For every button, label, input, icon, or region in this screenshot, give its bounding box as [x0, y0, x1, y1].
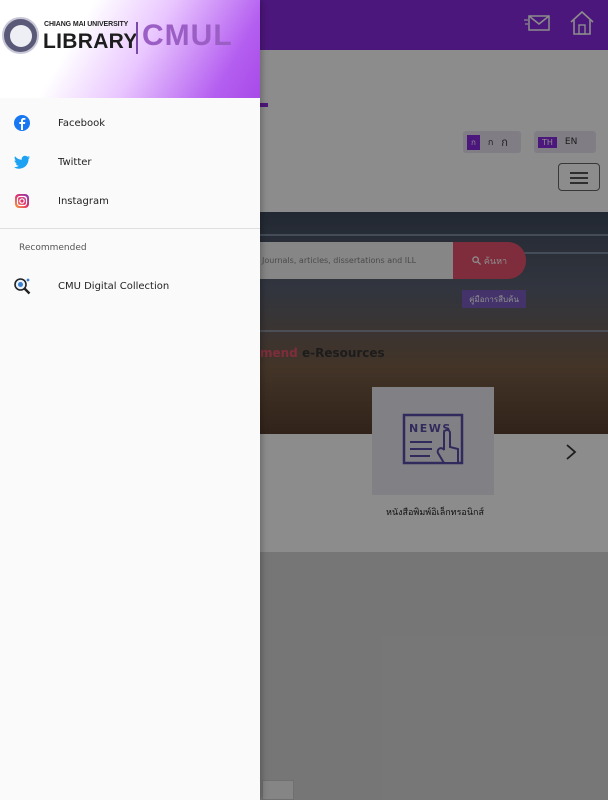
menu-item-label: Twitter [58, 156, 92, 168]
menu-item-instagram[interactable]: Instagram [0, 186, 260, 216]
menu-item-facebook[interactable]: Facebook [0, 108, 260, 138]
magnifier-icon [14, 278, 31, 295]
university-name: CHIANG MAI UNIVERSITY [44, 21, 129, 28]
recommended-heading: Recommended [19, 243, 87, 253]
drawer-header: CHIANG MAI UNIVERSITY LIBRARY CMUL [0, 0, 260, 98]
university-seal-icon [2, 17, 39, 54]
menu-item-label: CMU Digital Collection [58, 280, 170, 292]
library-title: LIBRARY [43, 30, 138, 53]
instagram-icon [15, 194, 29, 208]
menu-item-twitter[interactable]: Twitter [0, 147, 260, 177]
facebook-icon [14, 115, 30, 131]
menu-item-label: Facebook [58, 117, 105, 129]
menu-item-label: Instagram [58, 195, 109, 207]
side-drawer: CHIANG MAI UNIVERSITY LIBRARY CMUL Faceb… [0, 0, 260, 800]
brand-divider [136, 22, 138, 54]
brand-short-name: CMUL [142, 19, 233, 52]
menu-item-cmu-digital-collection[interactable]: CMU Digital Collection [0, 271, 260, 301]
drawer-divider [0, 228, 260, 229]
twitter-icon [14, 155, 30, 169]
